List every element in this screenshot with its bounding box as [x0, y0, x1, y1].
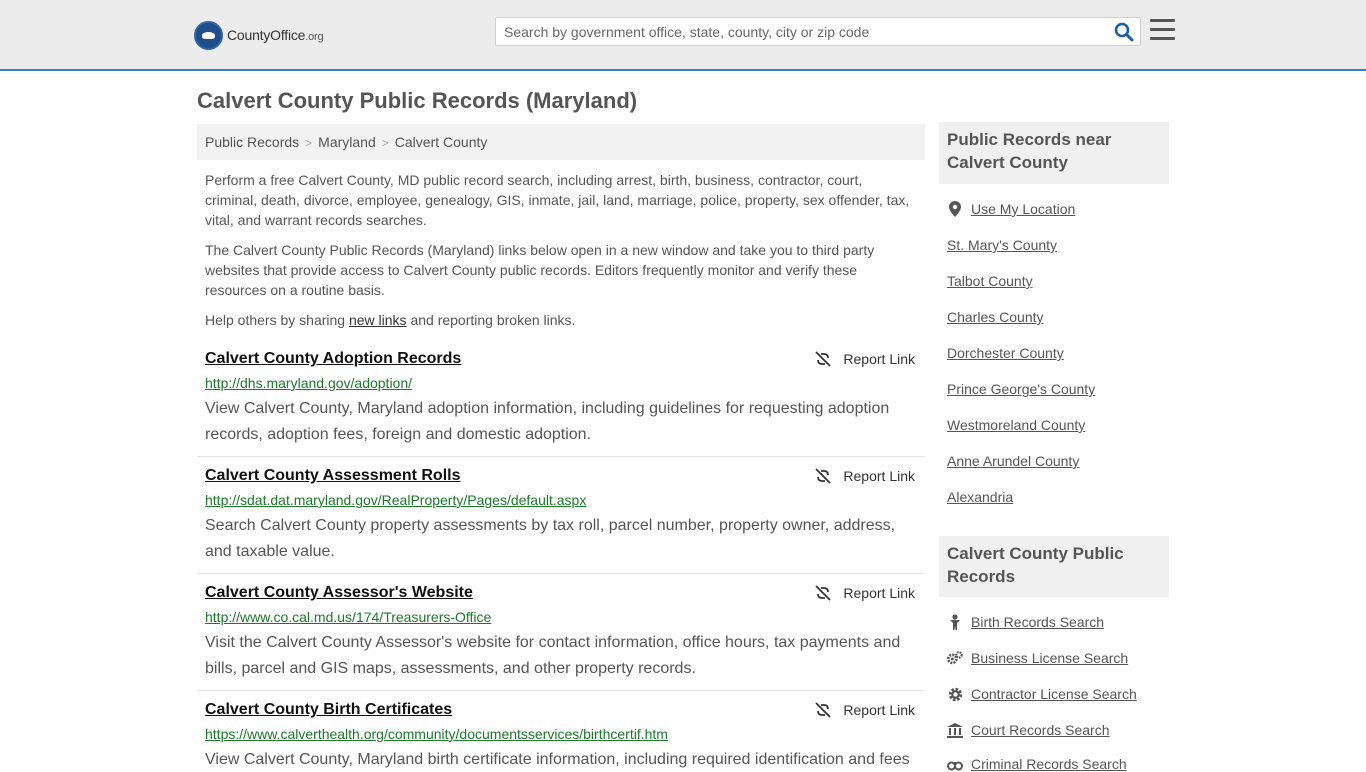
- intro-paragraph: Perform a free Calvert County, MD public…: [205, 172, 910, 228]
- search-input[interactable]: [496, 18, 1096, 45]
- birth-records-search-link[interactable]: Birth Records Search: [947, 614, 1104, 630]
- record-divider: [197, 573, 925, 574]
- breadcrumb: Public Records > Maryland > Calvert County: [197, 124, 925, 160]
- contractor-license-search-label: Contractor License Search: [971, 686, 1137, 702]
- location-pin-icon: [947, 201, 963, 217]
- birth-records-search-label: Birth Records Search: [971, 614, 1105, 630]
- record-item: Calvert County Assessment Rolls Report L…: [197, 467, 925, 572]
- nearby-link-charles-county[interactable]: Charles County: [947, 309, 1044, 325]
- criminal-records-search-link[interactable]: Criminal Records Search: [947, 756, 1127, 772]
- broken-link-icon: [815, 351, 832, 367]
- contractor-license-search-link[interactable]: Contractor License Search: [947, 686, 1137, 702]
- logo-name: CountyOffice: [227, 27, 306, 43]
- record-item: Calvert County Assessor's Website Report…: [197, 584, 925, 689]
- breadcrumb-separator: >: [305, 136, 313, 150]
- page-title: Calvert County Public Records (Maryland): [197, 88, 638, 113]
- share-links-paragraph: Help others by sharing new links and rep…: [205, 310, 917, 330]
- report-link-label: Report Link: [843, 351, 915, 367]
- top-bar: CountyOffice.org: [0, 0, 1366, 71]
- business-license-search-link[interactable]: Business License Search: [947, 650, 1128, 666]
- record-title-link[interactable]: Calvert County Assessor's Website: [205, 584, 473, 602]
- share-text-before: Help others by sharing: [205, 312, 349, 328]
- record-url-link[interactable]: http://dhs.maryland.gov/adoption/: [205, 375, 412, 391]
- nearby-link-westmoreland-county[interactable]: Westmoreland County: [947, 417, 1085, 433]
- nearby-records-heading: Public Records near Calvert County: [939, 122, 1169, 184]
- court-records-search-link[interactable]: Court Records Search: [947, 722, 1110, 738]
- breadcrumb-public-records[interactable]: Public Records: [205, 134, 299, 150]
- record-description: Visit the Calvert County Assessor's webs…: [205, 634, 901, 677]
- new-links-link[interactable]: new links: [349, 312, 407, 328]
- hamburger-menu-icon[interactable]: [1150, 19, 1175, 42]
- report-link-button[interactable]: Report Link: [815, 585, 915, 601]
- nearby-link-dorchester-county[interactable]: Dorchester County: [947, 345, 1064, 361]
- business-license-search-label: Business License Search: [971, 650, 1129, 666]
- record-divider: [197, 456, 925, 457]
- record-description: View Calvert County, Maryland adoption i…: [205, 400, 890, 443]
- record-url-link[interactable]: https://www.calverthealth.org/community/…: [205, 726, 668, 742]
- gear-icon: [947, 686, 963, 702]
- report-link-button[interactable]: Report Link: [815, 468, 915, 484]
- record-title-link[interactable]: Calvert County Birth Certificates: [205, 701, 452, 719]
- breadcrumb-separator: >: [381, 136, 389, 150]
- breadcrumb-calvert-county[interactable]: Calvert County: [395, 134, 488, 150]
- court-records-search-label: Court Records Search: [971, 722, 1110, 738]
- record-title-link[interactable]: Calvert County Adoption Records: [205, 350, 461, 368]
- search-box: [495, 17, 1141, 46]
- logo-tld: .org: [305, 31, 324, 43]
- search-icon[interactable]: [1114, 22, 1134, 42]
- nearby-link-anne-arundel-county[interactable]: Anne Arundel County: [947, 453, 1079, 469]
- record-divider: [197, 690, 925, 691]
- courthouse-icon: [947, 722, 963, 738]
- record-item: Calvert County Birth Certificates Report…: [197, 701, 925, 768]
- report-link-label: Report Link: [843, 468, 915, 484]
- record-url-link[interactable]: http://sdat.dat.maryland.gov/RealPropert…: [205, 492, 586, 508]
- nearby-link-alexandria[interactable]: Alexandria: [947, 489, 1013, 505]
- use-my-location-link[interactable]: Use My Location: [947, 201, 1075, 217]
- nearby-link-st-marys-county[interactable]: St. Mary's County: [947, 237, 1057, 253]
- broken-link-icon: [815, 468, 832, 484]
- county-records-heading: Calvert County Public Records: [939, 536, 1169, 597]
- disclaimer-paragraph: The Calvert County Public Records (Maryl…: [205, 242, 875, 298]
- record-description: Search Calvert County property assessmen…: [205, 517, 896, 560]
- nearby-link-talbot-county[interactable]: Talbot County: [947, 273, 1033, 289]
- broken-link-icon: [815, 702, 832, 718]
- report-link-label: Report Link: [843, 585, 915, 601]
- use-my-location-label: Use My Location: [971, 201, 1076, 217]
- record-description: View Calvert County, Maryland birth cert…: [205, 751, 910, 768]
- gears-icon: [947, 650, 963, 666]
- baby-icon: [947, 614, 963, 630]
- report-link-button[interactable]: Report Link: [815, 702, 915, 718]
- site-logo[interactable]: CountyOffice.org: [194, 20, 324, 50]
- county-seal-icon: [194, 20, 223, 50]
- breadcrumb-maryland[interactable]: Maryland: [318, 134, 376, 150]
- share-text-after: and reporting broken links.: [406, 312, 576, 328]
- record-title-link[interactable]: Calvert County Assessment Rolls: [205, 467, 460, 485]
- record-item: Calvert County Adoption Records Report L…: [197, 350, 925, 455]
- broken-link-icon: [815, 585, 832, 601]
- handcuffs-icon: [947, 756, 963, 772]
- logo-text: CountyOffice.org: [227, 27, 324, 43]
- report-link-button[interactable]: Report Link: [815, 351, 915, 367]
- record-url-link[interactable]: http://www.co.cal.md.us/174/Treasurers-O…: [205, 609, 491, 625]
- criminal-records-search-label: Criminal Records Search: [971, 756, 1127, 772]
- nearby-link-prince-georges-county[interactable]: Prince George's County: [947, 381, 1095, 397]
- report-link-label: Report Link: [843, 702, 915, 718]
